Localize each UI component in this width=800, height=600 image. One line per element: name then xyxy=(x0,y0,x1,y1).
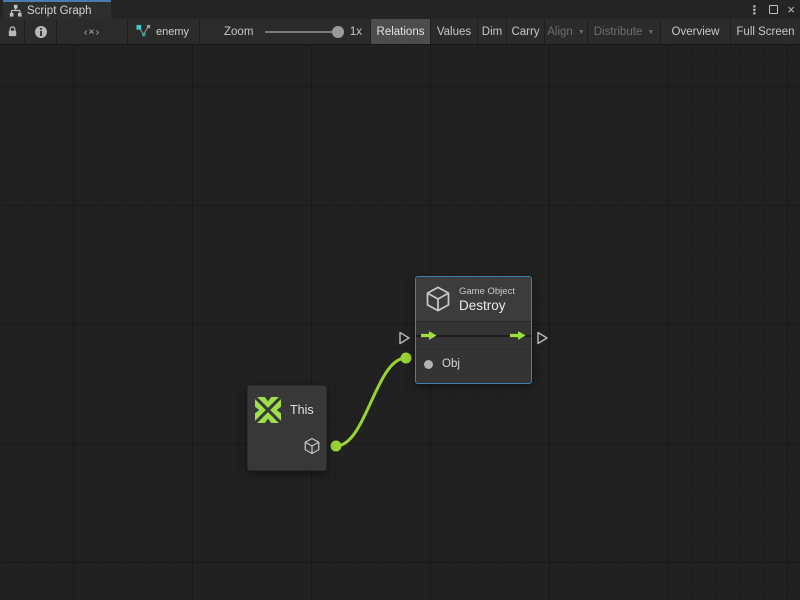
info-icon xyxy=(34,25,48,39)
node-destroy-title: Destroy xyxy=(459,298,515,313)
zoom-slider[interactable] xyxy=(265,31,337,33)
code-view-button[interactable]: ‹×› xyxy=(57,19,128,44)
toolbar-button-carry[interactable]: Carry xyxy=(507,19,545,44)
code-icon: ‹×› xyxy=(84,26,100,38)
graph-asset-icon xyxy=(136,24,151,39)
toolbar-button-relations[interactable]: Relations xyxy=(371,19,431,44)
chevron-down-icon: ▼ xyxy=(578,29,585,36)
obj-port-label: Obj xyxy=(442,358,460,370)
graph-breadcrumb[interactable]: enemy xyxy=(128,19,200,44)
toolbar-button-fullscreen[interactable]: Full Screen xyxy=(731,19,800,44)
connection-end-dot xyxy=(401,353,412,364)
tab-title: Script Graph xyxy=(27,5,92,17)
flow-input-triangle-icon[interactable] xyxy=(398,331,411,345)
tab-script-graph[interactable]: Script Graph xyxy=(3,0,111,19)
toolbar-button-values[interactable]: Values xyxy=(431,19,478,44)
script-graph-icon xyxy=(9,4,22,17)
this-converge-icon xyxy=(255,397,281,423)
cube-icon xyxy=(303,437,321,455)
graph-name: enemy xyxy=(156,26,189,38)
graph-canvas[interactable]: This Game Object Destroy xyxy=(0,45,800,600)
node-destroy-flow-row xyxy=(416,322,531,350)
node-destroy-header: Game Object Destroy xyxy=(416,277,531,322)
cube-icon xyxy=(424,285,452,313)
obj-value-port[interactable] xyxy=(424,360,433,369)
zoom-control: Zoom 1x xyxy=(200,19,371,44)
node-destroy-category: Game Object xyxy=(459,286,515,297)
flow-output-triangle-icon[interactable] xyxy=(536,331,549,345)
connection-wire xyxy=(0,45,800,600)
chevron-down-icon: ▼ xyxy=(647,29,654,36)
node-this[interactable]: This xyxy=(247,385,327,471)
maximize-icon[interactable] xyxy=(769,5,778,14)
toolbar: ‹×› enemy Zoom 1x Relations Values Dim C… xyxy=(0,19,800,45)
close-icon[interactable]: × xyxy=(787,3,795,16)
node-destroy-value-row: Obj xyxy=(416,350,531,378)
toolbar-button-overview[interactable]: Overview xyxy=(661,19,731,44)
toolbar-button-dim[interactable]: Dim xyxy=(478,19,507,44)
zoom-value: 1x xyxy=(350,26,362,38)
node-destroy[interactable]: Game Object Destroy Obj xyxy=(415,276,532,384)
lock-icon xyxy=(6,25,19,38)
toolbar-button-align[interactable]: Align ▼ xyxy=(545,19,588,44)
lock-button[interactable] xyxy=(0,19,25,44)
toolbar-button-distribute[interactable]: Distribute ▼ xyxy=(588,19,661,44)
this-output-port[interactable] xyxy=(303,437,321,455)
zoom-label: Zoom xyxy=(224,26,253,38)
node-this-title: This xyxy=(290,403,314,417)
flow-output-arrow-icon[interactable] xyxy=(510,330,526,341)
zoom-slider-handle[interactable] xyxy=(332,26,344,38)
inspect-button[interactable] xyxy=(25,19,57,44)
window-menu-icon[interactable]: ⋮ xyxy=(748,4,760,16)
titlebar: Script Graph ⋮ × xyxy=(0,0,800,19)
flow-input-arrow-icon[interactable] xyxy=(421,330,437,341)
connection-start-dot xyxy=(331,441,342,452)
